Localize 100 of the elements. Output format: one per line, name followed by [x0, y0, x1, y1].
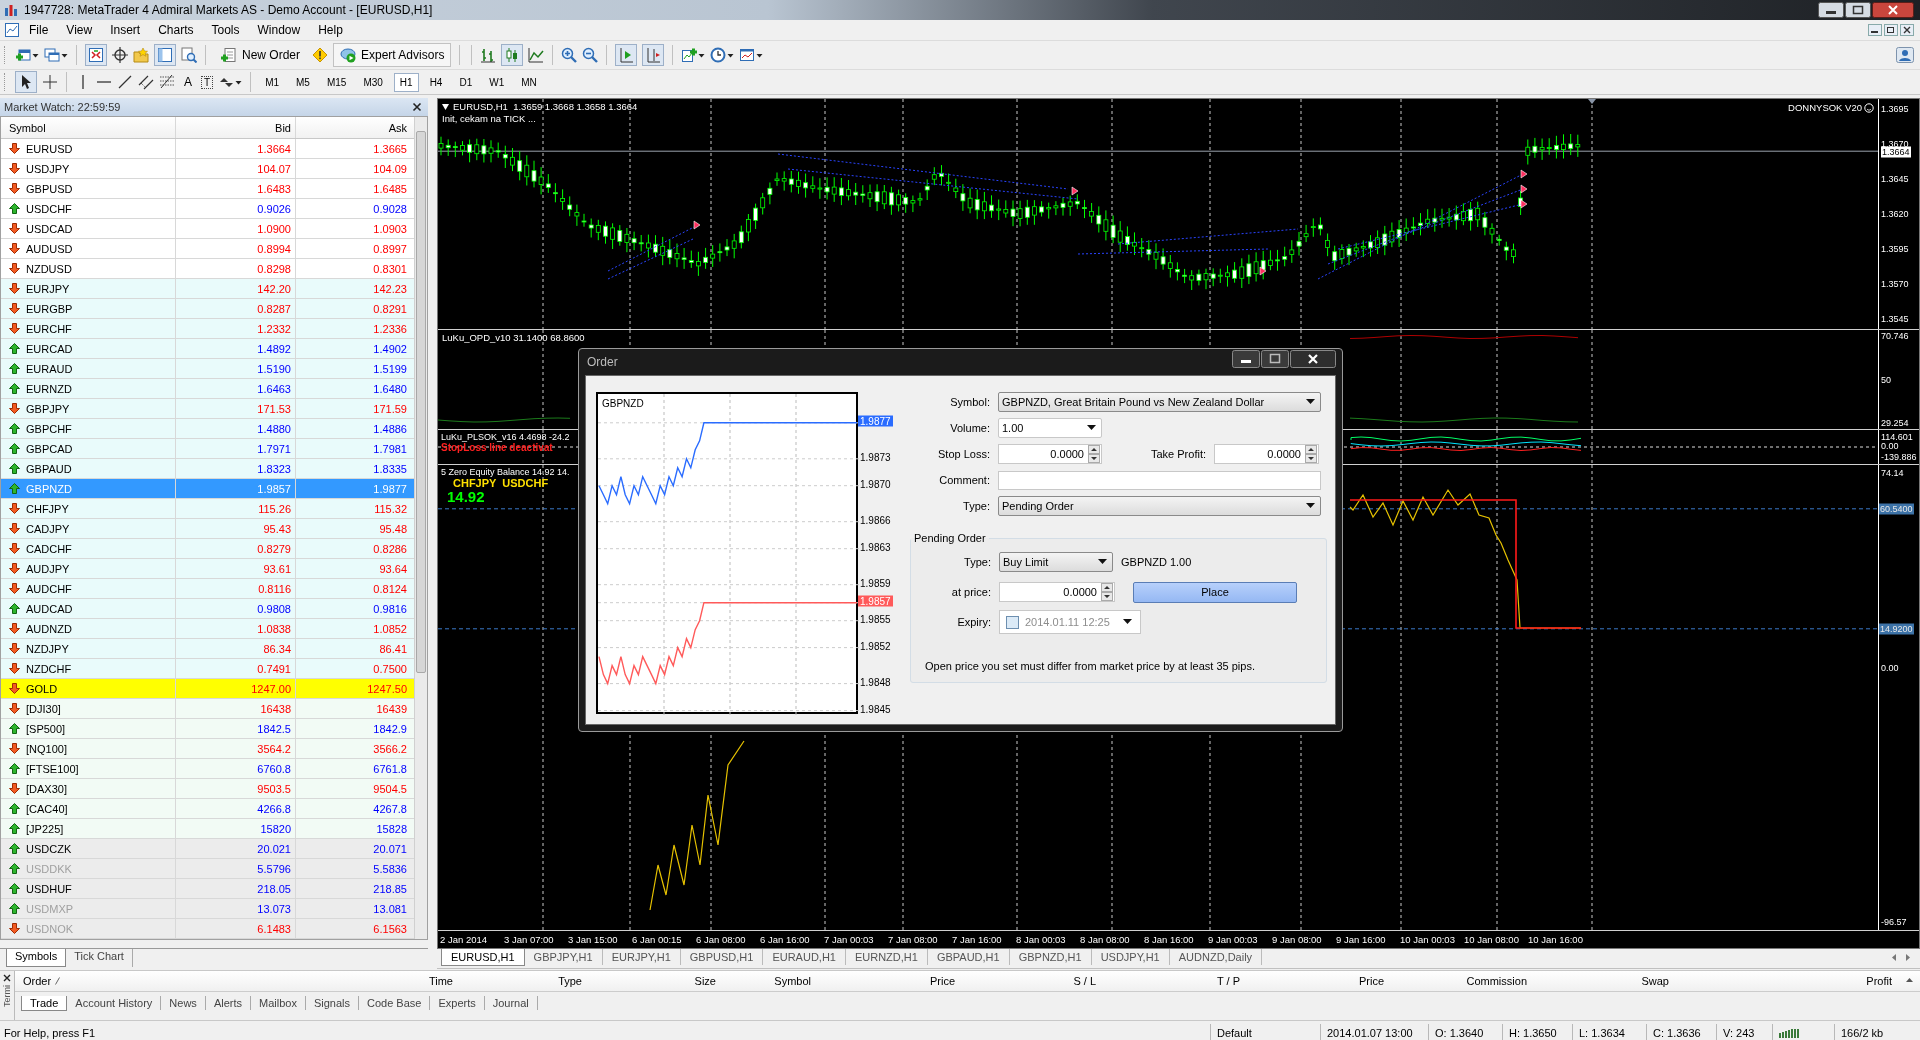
table-row[interactable]: [NQ100] 3564.2 3566.2 [1, 739, 414, 759]
menu-item[interactable]: Window [248, 23, 310, 37]
crosshair-icon[interactable] [112, 47, 128, 63]
table-row[interactable]: EURGBP 0.8287 0.8291 [1, 299, 414, 319]
chart-tab[interactable]: EURJPY,H1 [602, 949, 681, 965]
scrollbar[interactable] [414, 117, 427, 939]
table-row[interactable]: AUDUSD 0.8994 0.8997 [1, 239, 414, 259]
column-header[interactable]: Ask [296, 117, 411, 138]
new-chart-icon[interactable] [15, 47, 31, 63]
table-row[interactable]: USDCHF 0.9026 0.9028 [1, 199, 414, 219]
table-row[interactable]: CADJPY 95.43 95.48 [1, 519, 414, 539]
number-field[interactable]: 0.0000 [998, 444, 1102, 464]
tab[interactable]: Mailbox [251, 996, 306, 1010]
table-row[interactable]: [SP500] 1842.5 1842.9 [1, 719, 414, 739]
chart-tab[interactable]: AUDNZD,Daily [1169, 949, 1263, 965]
table-row[interactable]: USDJPY 104.07 104.09 [1, 159, 414, 179]
dropdown[interactable]: GBPNZD, Great Britain Pound vs New Zealand Dollar [998, 392, 1321, 412]
chart-tab[interactable]: GBPAUD,H1 [927, 949, 1010, 965]
table-row[interactable]: EURUSD 1.3664 1.3665 [1, 139, 414, 159]
star-folder-icon[interactable] [133, 47, 149, 63]
date-field[interactable]: 2014.01.11 12:25 [999, 610, 1141, 634]
dropdown[interactable]: Buy Limit [999, 552, 1113, 572]
column-header[interactable]: Price [811, 975, 955, 987]
chart-tab[interactable]: EURNZD,H1 [845, 949, 928, 965]
spinner-icon[interactable] [1305, 445, 1317, 463]
table-row[interactable]: [FTSE100] 6760.8 6761.8 [1, 759, 414, 779]
place-button[interactable]: Place [1133, 581, 1297, 603]
maximize-button[interactable] [1845, 2, 1871, 18]
template-icon[interactable] [739, 47, 756, 63]
column-header[interactable]: Order [15, 975, 51, 987]
close-icon[interactable] [412, 102, 422, 112]
table-row[interactable]: USDHUF 218.05 218.85 [1, 879, 414, 899]
timeframe-button[interactable]: M1 [259, 72, 286, 92]
user-icon[interactable] [1896, 47, 1914, 63]
table-row[interactable]: NZDUSD 0.8298 0.8301 [1, 259, 414, 279]
timeframe-button[interactable]: M30 [357, 72, 389, 92]
timeframe-button[interactable]: M5 [290, 72, 316, 92]
close-button[interactable] [1290, 350, 1336, 368]
dropdown[interactable]: 1.00 [998, 418, 1102, 438]
dropdown[interactable]: Pending Order [998, 496, 1321, 516]
indicators-icon[interactable] [681, 47, 698, 63]
table-row[interactable]: EURJPY 142.20 142.23 [1, 279, 414, 299]
scroll-up-icon[interactable] [1905, 976, 1914, 984]
channel-icon[interactable] [138, 74, 154, 90]
column-header[interactable]: S / L [955, 975, 1096, 987]
number-field[interactable]: 0.0000 [999, 582, 1115, 602]
menu-item[interactable]: File [20, 23, 58, 37]
clock-icon[interactable] [710, 47, 727, 63]
scrollbar-thumb[interactable] [416, 131, 426, 673]
fibonacci-icon[interactable] [159, 74, 175, 90]
column-header[interactable]: Time [280, 975, 453, 987]
new-order-button[interactable]: New Order [214, 43, 307, 67]
table-row[interactable]: NZDCHF 0.7491 0.7500 [1, 659, 414, 679]
spinner-icon[interactable] [1101, 583, 1113, 601]
chart-shift-icon[interactable] [645, 47, 662, 63]
timeframe-button[interactable]: H1 [393, 72, 419, 92]
menu-item[interactable]: Insert [101, 23, 150, 37]
chart-tab[interactable]: EURAUD,H1 [763, 949, 846, 965]
minimize-button[interactable] [1232, 350, 1260, 368]
panel-icon[interactable] [157, 47, 173, 63]
trend-line-icon[interactable] [117, 74, 133, 90]
table-row[interactable]: [JP225] 15820 15828 [1, 819, 414, 839]
table-row[interactable]: GBPJPY 171.53 171.59 [1, 399, 414, 419]
column-header[interactable]: Size [582, 975, 716, 987]
table-row[interactable]: USDCZK 20.021 20.071 [1, 839, 414, 859]
table-row[interactable]: [DJI30] 16438 16439 [1, 699, 414, 719]
tab[interactable]: Symbols [6, 949, 67, 967]
timeframe-button[interactable]: W1 [483, 72, 511, 92]
tab[interactable]: Journal [484, 996, 538, 1010]
comment-field[interactable] [998, 470, 1321, 490]
table-row[interactable]: GOLD 1247.00 1247.50 [1, 679, 414, 699]
menu-item[interactable]: Help [309, 23, 352, 37]
number-field[interactable]: 0.0000 [1214, 444, 1319, 464]
text-label-tool[interactable]: T [201, 75, 214, 89]
column-header[interactable]: Type [453, 975, 582, 987]
table-row[interactable]: EURAUD 1.5190 1.5199 [1, 359, 414, 379]
table-row[interactable]: GBPUSD 1.6483 1.6485 [1, 179, 414, 199]
chart-tab[interactable]: GBPUSD,H1 [680, 949, 764, 965]
table-row[interactable]: [CAC40] 4266.8 4267.8 [1, 799, 414, 819]
close-icon[interactable] [3, 974, 11, 982]
menu-item[interactable]: Tools [202, 23, 249, 37]
auto-scroll-icon[interactable] [618, 47, 635, 63]
table-row[interactable]: EURNZD 1.6463 1.6480 [1, 379, 414, 399]
dropdown-triangle-icon[interactable] [442, 103, 449, 110]
close-button[interactable] [1872, 2, 1914, 18]
scroll-left-icon[interactable] [1890, 953, 1898, 962]
table-row[interactable]: EURCAD 1.4892 1.4902 [1, 339, 414, 359]
checkbox[interactable] [1006, 615, 1019, 629]
tab[interactable]: Account History [67, 996, 162, 1010]
magnifier-icon[interactable] [181, 47, 197, 63]
table-row[interactable]: USDCAD 1.0900 1.0903 [1, 219, 414, 239]
column-header[interactable]: Bid [176, 117, 296, 138]
spinner-icon[interactable] [1088, 445, 1100, 463]
table-row[interactable]: CHFJPY 115.26 115.32 [1, 499, 414, 519]
restore-icon[interactable] [1884, 24, 1898, 36]
table-row[interactable]: [DAX30] 9503.5 9504.5 [1, 779, 414, 799]
menu-item[interactable]: View [57, 23, 102, 37]
column-header[interactable]: Commission [1384, 975, 1527, 987]
table-row[interactable]: AUDJPY 93.61 93.64 [1, 559, 414, 579]
column-header[interactable]: Symbol [716, 975, 811, 987]
